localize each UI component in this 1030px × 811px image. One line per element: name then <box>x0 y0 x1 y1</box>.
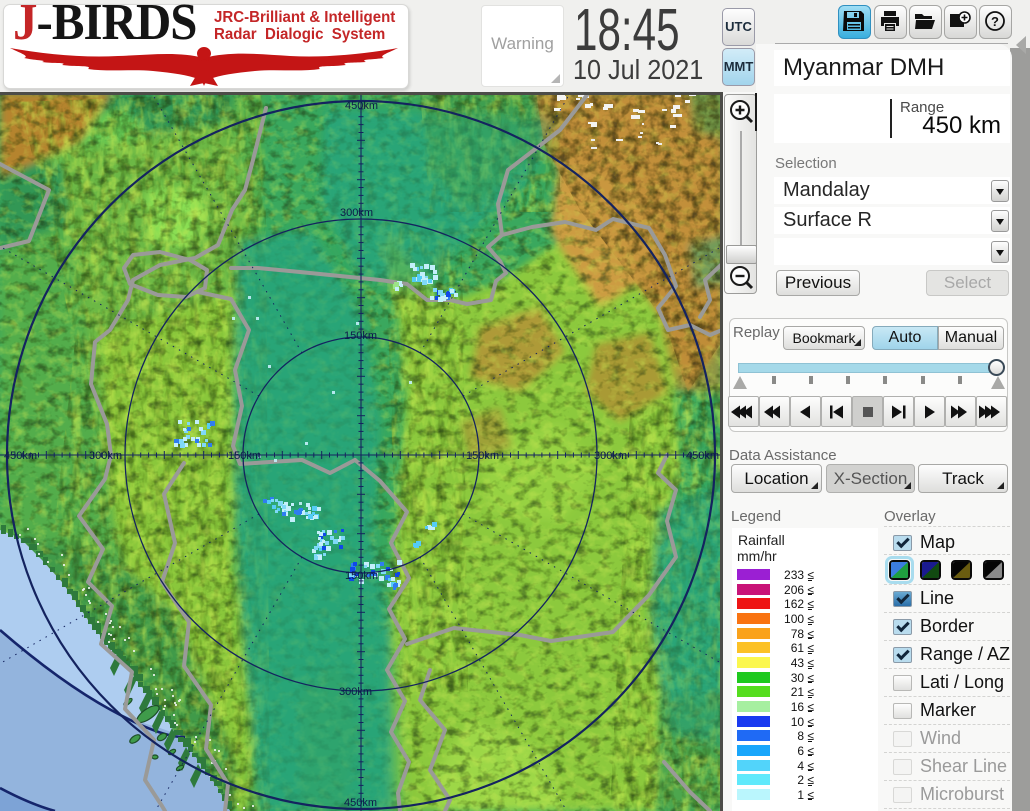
svg-text:150km: 150km <box>344 330 377 342</box>
svg-text:?: ? <box>991 14 999 29</box>
svg-text:450km: 450km <box>4 450 37 462</box>
svg-text:450km: 450km <box>344 797 377 809</box>
svg-text:300km: 300km <box>89 450 122 462</box>
svg-text:450km: 450km <box>345 100 378 112</box>
svg-text:450km: 450km <box>686 450 719 462</box>
svg-text:300km: 300km <box>340 207 373 219</box>
svg-text:300km: 300km <box>339 686 372 698</box>
svg-text:150km: 150km <box>228 450 261 462</box>
svg-text:150km: 150km <box>345 570 378 582</box>
svg-text:150km: 150km <box>466 450 499 462</box>
svg-text:300km: 300km <box>594 450 627 462</box>
